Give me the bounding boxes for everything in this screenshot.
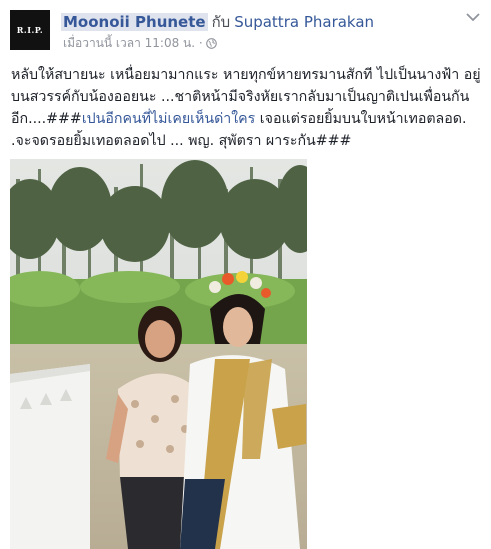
hashtag-link[interactable]: เปนอีกคนที่ไม่เคยเห็นด่าใคร	[82, 111, 255, 127]
avatar[interactable]: R.I.P.	[10, 10, 50, 50]
post-meta: เมื่อวานนี้ เวลา 11:08 น. ·	[63, 34, 217, 53]
timestamp-link[interactable]: เมื่อวานนี้ เวลา 11:08 น. ·	[63, 34, 203, 53]
tagged-user-link[interactable]: Supattra Pharakan	[234, 13, 374, 31]
avatar-label: R.I.P.	[16, 25, 44, 35]
with-label: กับ	[211, 13, 231, 31]
author-link[interactable]: Moonoii Phunete	[61, 13, 208, 31]
post-photo[interactable]	[10, 159, 307, 549]
post-text: หลับให้สบายนะ เหนื่อยมามากแระ หายทุกข์หา…	[11, 64, 485, 152]
globe-icon[interactable]	[205, 38, 217, 49]
post-header: Moonoii Phunete กับ Supattra Pharakan	[61, 10, 374, 34]
facebook-post: R.I.P. Moonoii Phunete กับ Supattra Pharak…	[0, 0, 491, 549]
chevron-down-icon[interactable]	[466, 12, 480, 22]
photo-illustration	[10, 159, 307, 549]
